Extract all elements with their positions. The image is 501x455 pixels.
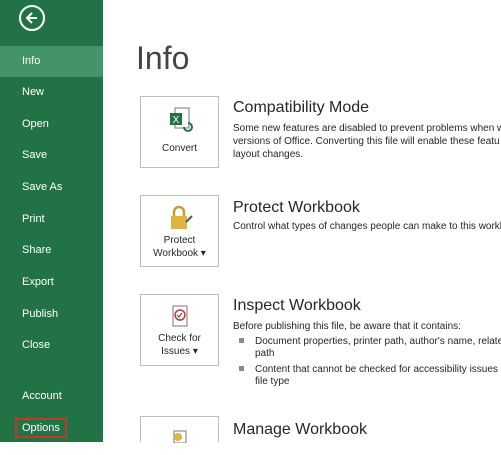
sidebar-item-publish[interactable]: Publish <box>0 299 103 330</box>
protect-desc: Control what types of changes people can… <box>233 221 501 232</box>
compatibility-desc-3: layout changes. <box>233 149 304 160</box>
inspect-bullet-2-line2: file type <box>255 376 290 387</box>
protect-workbook-button[interactable]: Protect Workbook ▾ <box>140 195 219 267</box>
manage-versions-icon <box>166 427 194 455</box>
sidebar-item-share[interactable]: Share <box>0 235 103 266</box>
svg-text:X: X <box>173 115 180 126</box>
inspect-bullet-1-line2: path <box>255 348 275 359</box>
sidebar-item-new[interactable]: New <box>0 77 103 108</box>
sidebar-item-open[interactable]: Open <box>0 109 103 140</box>
compatibility-title: Compatibility Mode <box>233 99 370 116</box>
sidebar-item-account[interactable]: Account <box>0 381 103 412</box>
issues-label-1: Check for <box>158 333 201 344</box>
protect-title: Protect Workbook <box>233 199 360 216</box>
inspect-desc: Before publishing this file, be aware th… <box>233 321 461 332</box>
compatibility-desc-1: Some new features are disabled to preven… <box>233 123 501 134</box>
sidebar-item-save-as[interactable]: Save As <box>0 172 103 203</box>
sidebar-item-export[interactable]: Export <box>0 267 103 298</box>
inspect-document-icon <box>166 303 194 331</box>
protect-label-1: Protect <box>163 235 196 246</box>
convert-label: Convert <box>161 143 197 154</box>
compatibility-desc-2: versions of Office. Converting this file… <box>233 136 500 147</box>
bullet-icon <box>239 366 244 371</box>
sidebar-item-save[interactable]: Save <box>0 140 103 171</box>
inspect-bullet-1-line1: Document properties, printer path, autho… <box>255 336 501 347</box>
manage-title: Manage Workbook <box>233 421 367 438</box>
inspect-title: Inspect Workbook <box>233 297 361 314</box>
sidebar-item-options[interactable]: Options <box>0 413 103 444</box>
protect-label-2: Workbook ▾ <box>153 248 206 259</box>
convert-button[interactable]: X Convert <box>140 96 219 168</box>
sidebar-item-close[interactable]: Close <box>0 330 103 361</box>
lock-key-icon <box>166 204 194 232</box>
back-icon[interactable] <box>19 5 45 31</box>
sidebar-item-info[interactable]: Info <box>0 46 103 77</box>
excel-convert-icon: X <box>166 105 194 133</box>
page-title: Info <box>136 40 190 76</box>
check-for-issues-button[interactable]: Check for Issues ▾ <box>140 294 219 366</box>
issues-label-2: Issues ▾ <box>161 346 198 357</box>
manage-workbook-button[interactable] <box>140 416 219 444</box>
backstage-sidebar: Info New Open Save Save As Print Share E… <box>0 0 103 442</box>
sidebar-item-print[interactable]: Print <box>0 204 103 235</box>
inspect-bullet-2-line1: Content that cannot be checked for acces… <box>255 364 501 375</box>
bullet-icon <box>239 338 244 343</box>
